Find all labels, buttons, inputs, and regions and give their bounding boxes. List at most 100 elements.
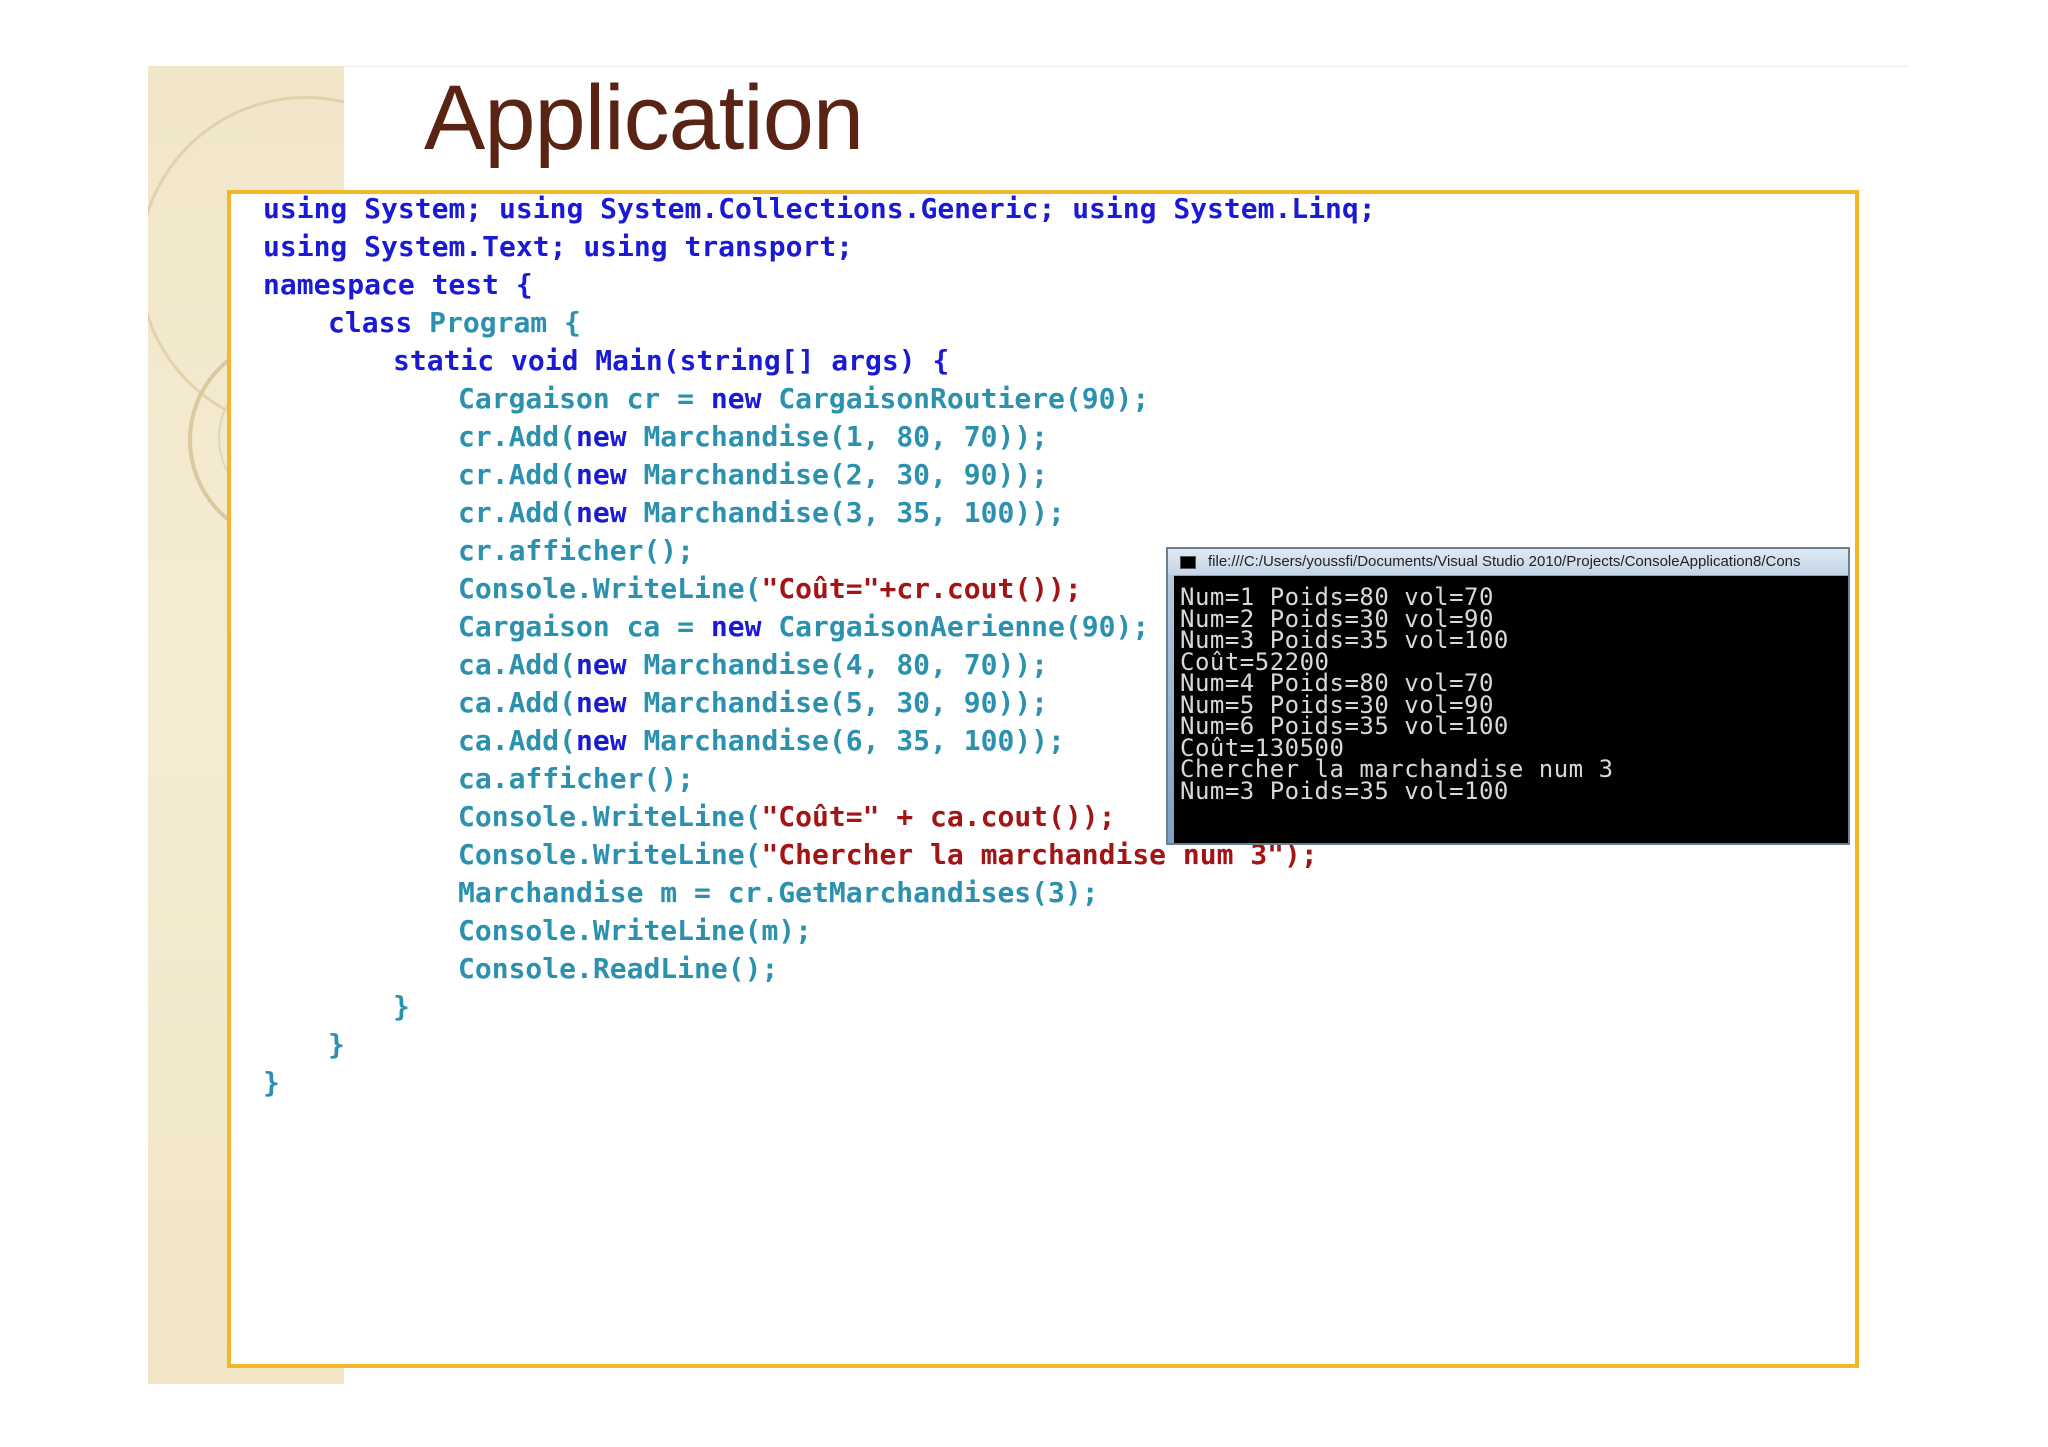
code-line: ca.afficher(); <box>458 759 694 799</box>
console-title: file:///C:/Users/youssfi/Documents/Visua… <box>1208 553 1801 570</box>
console-titlebar[interactable]: file:///C:/Users/youssfi/Documents/Visua… <box>1168 549 1848 576</box>
code-token: System.Text; <box>364 230 584 263</box>
code-line: namespace test { <box>263 265 533 305</box>
code-token: cr = <box>626 382 711 415</box>
code-token: "Coût=" + ca.cout()); <box>761 800 1116 833</box>
code-token: } <box>393 990 410 1023</box>
code-token: new <box>576 458 644 491</box>
code-token: cr.Add( <box>458 458 577 491</box>
code-token: (4, 80, 70)); <box>828 648 1049 681</box>
code-token: Console <box>458 800 577 833</box>
code-token: (3, 35, 100)); <box>828 496 1065 529</box>
code-token: new <box>576 686 644 719</box>
code-line: ca.Add(new Marchandise(6, 35, 100)); <box>458 721 1065 761</box>
code-line: class Program { <box>328 303 581 343</box>
code-token: new <box>576 724 644 757</box>
code-line: cr.Add(new Marchandise(3, 35, 100)); <box>458 493 1065 533</box>
code-token: ca.afficher(); <box>458 762 695 795</box>
code-token: (1, 80, 70)); <box>828 420 1049 453</box>
code-token: Cargaison <box>458 610 627 643</box>
code-token: .WriteLine( <box>576 572 762 605</box>
code-token: transport; <box>684 230 854 263</box>
code-token: Console <box>458 952 577 985</box>
code-line: ca.Add(new Marchandise(5, 30, 90)); <box>458 683 1048 723</box>
code-line: cr.Add(new Marchandise(2, 30, 90)); <box>458 455 1048 495</box>
code-token: using <box>263 230 365 263</box>
code-token: (90); <box>1064 382 1150 415</box>
code-token: new <box>576 496 644 529</box>
code-token: using <box>1072 192 1174 225</box>
code-line: ca.Add(new Marchandise(4, 80, 70)); <box>458 645 1048 685</box>
code-token: new <box>576 420 644 453</box>
console-output-line: Num=3 Poids=35 vol=100 <box>1180 776 1509 805</box>
code-token: (2, 30, 90)); <box>828 458 1049 491</box>
code-token: ca.Add( <box>458 648 577 681</box>
code-token: Marchandise <box>643 420 829 453</box>
code-line: } <box>393 987 410 1027</box>
code-token: System.Collections.Generic; <box>600 192 1073 225</box>
code-line: Cargaison cr = new CargaisonRoutiere(90)… <box>458 379 1149 419</box>
code-token: Console <box>458 914 577 947</box>
code-token: using <box>263 192 365 225</box>
code-token: new <box>576 648 644 681</box>
code-token: .WriteLine( <box>576 838 762 871</box>
code-line: } <box>328 1025 345 1065</box>
code-line: Console.WriteLine("Coût=" + ca.cout()); <box>458 797 1115 837</box>
code-token: cr.Add( <box>458 496 577 529</box>
code-token: Marchandise <box>643 496 829 529</box>
code-token: using <box>499 192 601 225</box>
code-token: test { <box>431 268 533 301</box>
code-token: Console <box>458 838 577 871</box>
code-token: Marchandise <box>643 686 829 719</box>
code-token: CargaisonAerienne <box>778 610 1065 643</box>
code-token: .WriteLine( <box>576 800 762 833</box>
console-window[interactable]: file:///C:/Users/youssfi/Documents/Visua… <box>1166 547 1850 845</box>
code-token: (5, 30, 90)); <box>828 686 1049 719</box>
slide-title: Application <box>424 67 864 169</box>
code-token: } <box>263 1066 280 1099</box>
code-token: Program <box>429 306 565 339</box>
code-token: using <box>583 230 685 263</box>
code-token: ca.Add( <box>458 724 577 757</box>
code-line: cr.afficher(); <box>458 531 694 571</box>
code-token: Marchandise <box>458 876 661 909</box>
code-token: new <box>710 382 779 415</box>
code-line: Console.ReadLine(); <box>458 949 778 989</box>
code-token: System.Linq; <box>1173 192 1376 225</box>
code-token: Marchandise <box>643 724 829 757</box>
console-window-icon <box>1180 556 1196 569</box>
code-token: } <box>328 1028 345 1061</box>
code-line: Cargaison ca = new CargaisonAerienne(90)… <box>458 607 1149 647</box>
code-token: CargaisonRoutiere <box>778 382 1065 415</box>
code-token: cr.afficher(); <box>458 534 695 567</box>
code-token: namespace <box>263 268 432 301</box>
code-token: ca = <box>626 610 711 643</box>
code-token: "Coût="+cr.cout()); <box>761 572 1082 605</box>
code-token: { <box>564 306 581 339</box>
code-token: new <box>710 610 779 643</box>
code-token: class <box>328 306 430 339</box>
code-token: .ReadLine(); <box>576 952 779 985</box>
console-output: Num=1 Poids=80 vol=70 Num=2 Poids=30 vol=… <box>1180 585 1614 805</box>
code-token: Marchandise <box>643 458 829 491</box>
slide-top-divider <box>148 66 1908 67</box>
code-line: using System.Text; using transport; <box>263 227 853 267</box>
code-token: cr.Add( <box>458 420 577 453</box>
code-token: System; <box>364 192 500 225</box>
code-token: (6, 35, 100)); <box>828 724 1065 757</box>
code-token: (90); <box>1064 610 1150 643</box>
code-token: Cargaison <box>458 382 627 415</box>
code-line: Console.WriteLine("Coût="+cr.cout()); <box>458 569 1082 609</box>
code-line: cr.Add(new Marchandise(1, 80, 70)); <box>458 417 1048 457</box>
code-line: Marchandise m = cr.GetMarchandises(3); <box>458 873 1099 913</box>
code-line: Console.WriteLine(m); <box>458 911 812 951</box>
code-line: static void Main(string[] args) { <box>393 341 949 381</box>
code-token: .WriteLine(m); <box>576 914 813 947</box>
code-token: static void Main(string[] args) { <box>393 344 950 377</box>
code-token: m = cr.GetMarchandises(3); <box>660 876 1099 909</box>
code-line: } <box>263 1063 280 1103</box>
console-window-frame <box>1168 575 1174 843</box>
code-line: using System; using System.Collections.G… <box>263 189 1376 229</box>
code-token: Marchandise <box>643 648 829 681</box>
code-token: ca.Add( <box>458 686 577 719</box>
